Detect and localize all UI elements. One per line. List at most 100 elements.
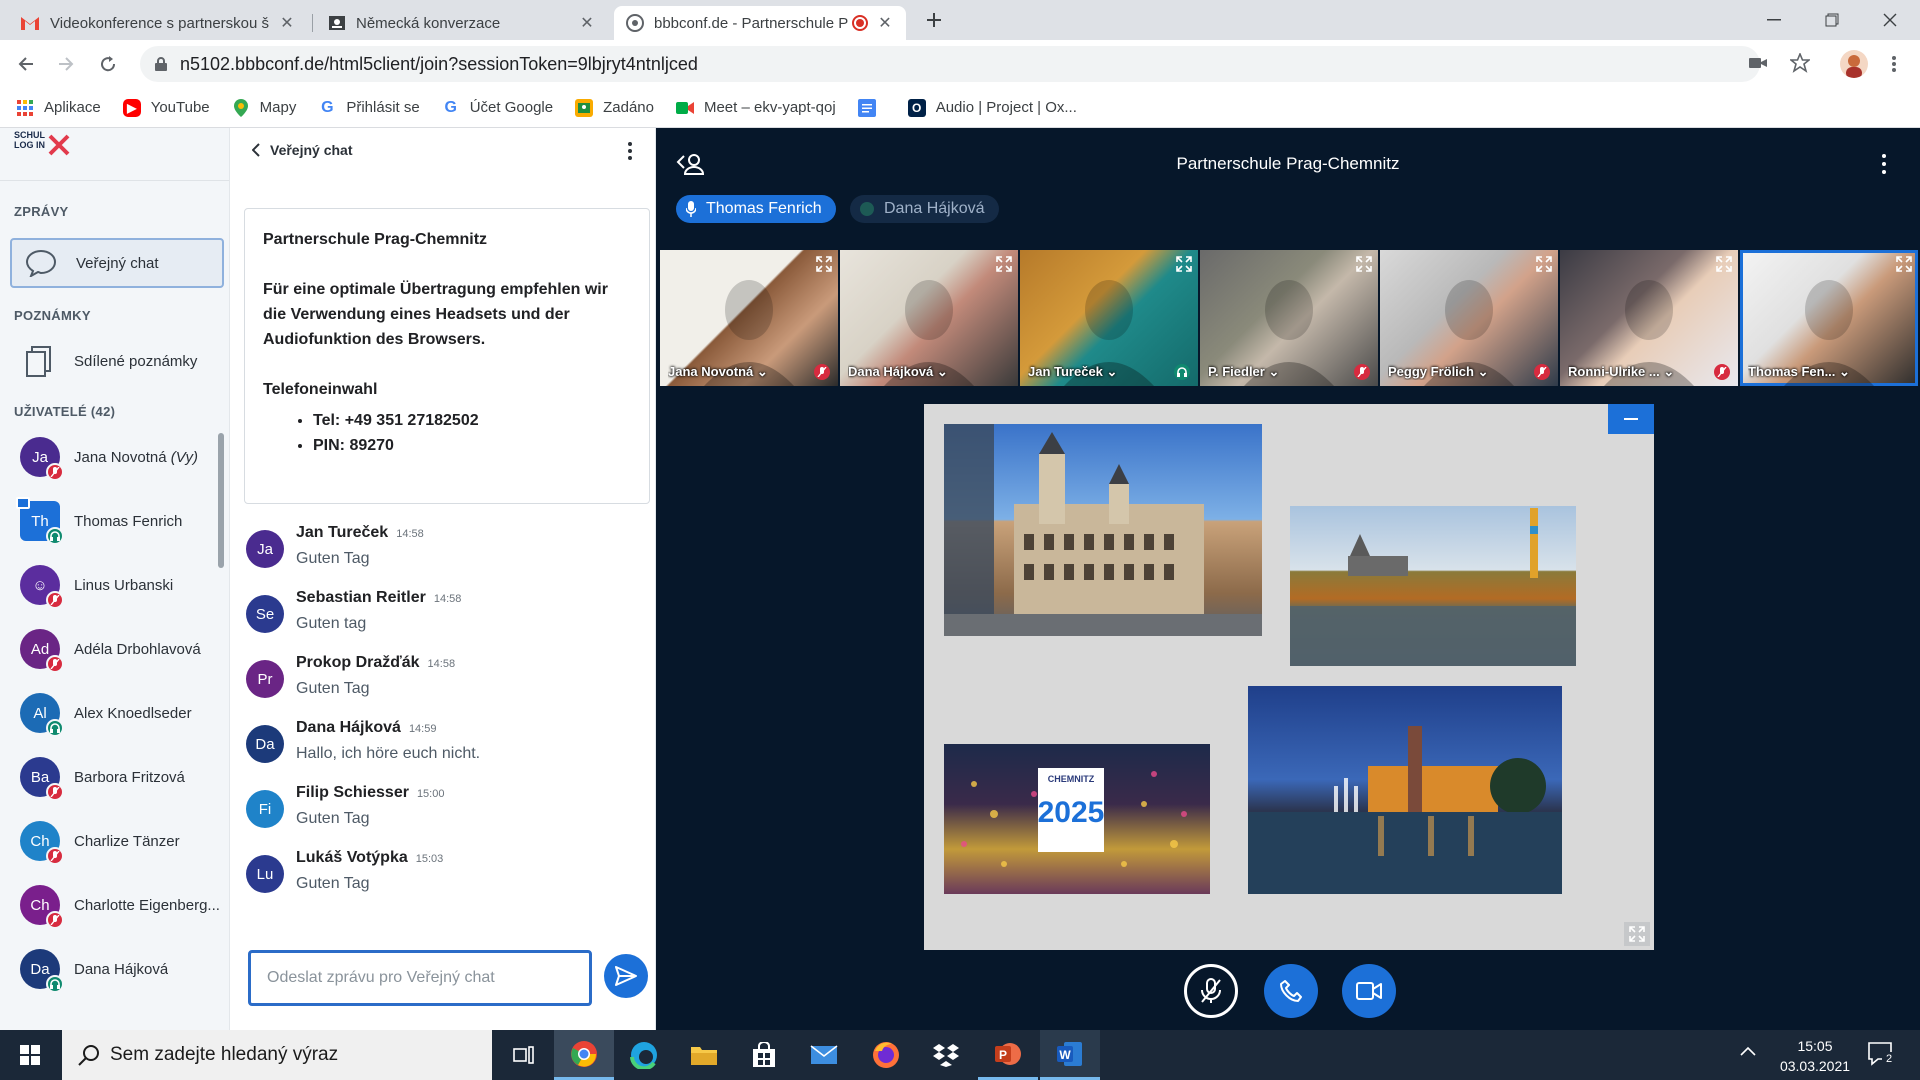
talking-indicator[interactable]: Dana Hájková: [850, 195, 999, 223]
show-hidden-icons-chevron[interactable]: [1740, 1046, 1756, 1056]
taskbar-search[interactable]: Sem zadejte hledaný výraz: [62, 1030, 492, 1080]
video-tile[interactable]: P. Fiedler ⌄: [1200, 250, 1378, 386]
taskbar-word[interactable]: W: [1040, 1030, 1100, 1080]
expand-icon[interactable]: [996, 256, 1012, 272]
chat-title: Veřejný chat: [270, 142, 353, 158]
muted-microphone-icon: [46, 655, 64, 673]
video-tile[interactable]: Ronni-Ulrike ... ⌄: [1560, 250, 1738, 386]
back-button[interactable]: [10, 48, 42, 80]
bookmark-assigned[interactable]: Zadáno: [575, 98, 654, 117]
tab-bbbconf[interactable]: bbbconf.de - Partnerschule P ✕: [614, 6, 906, 40]
expand-icon[interactable]: [816, 256, 832, 272]
restore-button[interactable]: [1803, 0, 1861, 40]
bookmark-docs[interactable]: [857, 98, 886, 117]
user-name-text: Linus Urbanski: [74, 576, 174, 594]
expand-icon[interactable]: [1356, 256, 1372, 272]
user-list-item[interactable]: Th Thomas Fenrich: [16, 497, 220, 545]
send-message-button[interactable]: [604, 954, 648, 998]
user-list-item[interactable]: Al Alex Knoedlseder: [20, 689, 220, 737]
chat-options-icon[interactable]: [628, 142, 632, 160]
bookmark-maps[interactable]: Mapy: [232, 98, 296, 117]
reload-button[interactable]: [92, 48, 124, 80]
message-time: 14:59: [408, 723, 437, 735]
close-tab-icon[interactable]: ✕: [876, 13, 894, 33]
public-chat-item[interactable]: Veřejný chat: [10, 238, 224, 288]
taskbar-file-explorer[interactable]: [674, 1030, 734, 1080]
notification-center-button[interactable]: 2: [1868, 1042, 1896, 1066]
close-tab-icon[interactable]: ✕: [278, 13, 296, 33]
meeting-options-icon[interactable]: [1882, 154, 1886, 174]
bookmark-audio-project[interactable]: O Audio | Project | Ox...: [907, 98, 1077, 117]
task-view-icon: [513, 1046, 535, 1064]
user-list-item[interactable]: Ja Jana Novotná (Vy): [20, 433, 220, 481]
profile-avatar[interactable]: [1840, 50, 1868, 78]
tab-classroom[interactable]: Německá konverzace ✕: [316, 6, 608, 40]
address-bar[interactable]: n5102.bbbconf.de/html5client/join?sessio…: [140, 46, 1810, 82]
star-icon[interactable]: [1790, 53, 1810, 73]
chat-header[interactable]: Veřejný chat: [252, 142, 353, 158]
shared-notes-item[interactable]: Sdílené poznámky: [10, 336, 224, 386]
mute-microphone-button[interactable]: [1184, 964, 1238, 1018]
user-list-item[interactable]: Da Dana Hájková: [20, 945, 220, 993]
bookmark-signin[interactable]: G Přihlásit se: [318, 99, 420, 117]
bookmark-apps[interactable]: Aplikace: [16, 99, 101, 117]
close-window-button[interactable]: [1861, 0, 1919, 40]
user-list-item[interactable]: ☺ Linus Urbanski: [20, 561, 220, 609]
taskbar-mail[interactable]: [794, 1030, 854, 1080]
participant-name: Jan Tureček: [1028, 364, 1103, 379]
share-webcam-button[interactable]: [1342, 964, 1396, 1018]
new-tab-button[interactable]: [918, 4, 950, 36]
video-participant-name[interactable]: Thomas Fen... ⌄: [1748, 364, 1850, 380]
video-participant-name[interactable]: Dana Hájková ⌄: [848, 364, 948, 380]
video-tile[interactable]: Jana Novotná ⌄: [660, 250, 838, 386]
search-placeholder: Sem zadejte hledaný výraz: [110, 1044, 339, 1065]
video-tile[interactable]: Jan Tureček ⌄: [1020, 250, 1198, 386]
user-list-item[interactable]: Ch Charlize Tänzer: [20, 817, 220, 865]
bookmark-google-account[interactable]: G Účet Google: [442, 99, 553, 117]
chat-message-input[interactable]: Odeslat zprávu pro Veřejný chat: [248, 950, 592, 1006]
taskbar-edge[interactable]: [614, 1030, 674, 1080]
video-tile[interactable]: Peggy Frölich ⌄: [1380, 250, 1558, 386]
bookmark-meet[interactable]: Meet – ekv-yapt-qoj: [675, 99, 836, 117]
task-view-button[interactable]: [494, 1030, 554, 1080]
video-participant-name[interactable]: Ronni-Ulrike ... ⌄: [1568, 364, 1674, 380]
video-tile[interactable]: Dana Hájková ⌄: [840, 250, 1018, 386]
expand-icon[interactable]: [1536, 256, 1552, 272]
talking-indicator[interactable]: Thomas Fenrich: [676, 195, 836, 223]
video-participant-name[interactable]: Jana Novotná ⌄: [668, 364, 768, 380]
video-participant-name[interactable]: Peggy Frölich ⌄: [1388, 364, 1489, 380]
minimize-button[interactable]: [1745, 0, 1803, 40]
taskbar-clock[interactable]: 15:05 03.03.2021: [1760, 1036, 1870, 1076]
user-list-item[interactable]: Ad Adéla Drbohlavová: [20, 625, 220, 673]
expand-icon[interactable]: [1176, 256, 1192, 272]
start-button[interactable]: [0, 1030, 60, 1080]
camera-icon[interactable]: [1748, 55, 1768, 71]
taskbar-store[interactable]: [734, 1030, 794, 1080]
participant-name: Peggy Frölich: [1388, 364, 1474, 379]
close-tab-icon[interactable]: ✕: [578, 13, 596, 33]
taskbar-chrome[interactable]: [554, 1030, 614, 1080]
expand-icon[interactable]: [1896, 256, 1912, 272]
svg-text:P: P: [999, 1048, 1007, 1062]
video-participant-name[interactable]: P. Fiedler ⌄: [1208, 364, 1279, 380]
expand-icon[interactable]: [1716, 256, 1732, 272]
taskbar-dropbox[interactable]: [916, 1030, 976, 1080]
browser-menu-icon[interactable]: [1878, 48, 1910, 80]
taskbar-firefox[interactable]: [856, 1030, 916, 1080]
leave-audio-button[interactable]: [1264, 964, 1318, 1018]
forward-button[interactable]: [50, 48, 82, 80]
chevron-down-icon: ⌄: [1106, 364, 1118, 379]
taskbar-powerpoint[interactable]: P: [978, 1030, 1038, 1080]
user-list-item[interactable]: Ch Charlotte Eigenberg...: [20, 881, 220, 929]
bookmark-youtube[interactable]: ▶ YouTube: [122, 98, 210, 117]
video-participant-name[interactable]: Jan Tureček ⌄: [1028, 364, 1117, 380]
fullscreen-presentation-button[interactable]: [1624, 922, 1650, 946]
minimize-presentation-button[interactable]: [1608, 404, 1654, 434]
youtube-icon: ▶: [122, 98, 141, 117]
chevron-down-icon: ⌄: [936, 364, 948, 379]
user-list-item[interactable]: Ba Barbora Fritzová: [20, 753, 220, 801]
user-list-scrollbar[interactable]: [218, 433, 224, 568]
video-tile[interactable]: Thomas Fen... ⌄: [1740, 250, 1918, 386]
tab-gmail[interactable]: Videokonference s partnerskou š ✕: [8, 6, 308, 40]
user-name: Charlotte Eigenberg...: [74, 897, 220, 914]
